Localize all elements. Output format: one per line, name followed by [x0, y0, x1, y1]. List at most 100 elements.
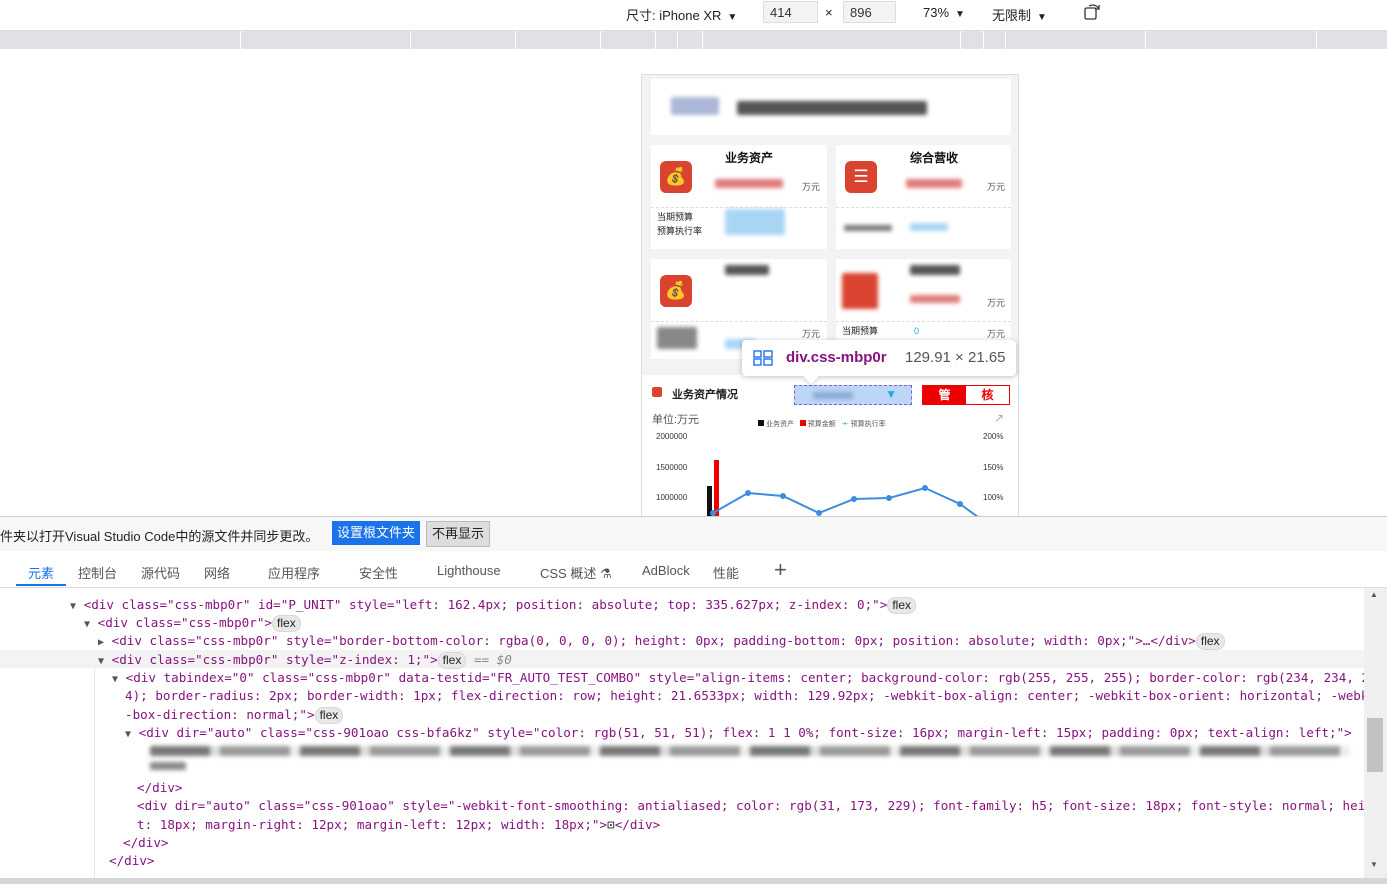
height-input[interactable]: 896	[843, 1, 896, 23]
tab-label: CSS 概述	[540, 566, 597, 581]
phone-screen: 业务资产 💰 万元 当期预算 预算执行率 综合营收 ☰ 万元 💰 万元 万元 当…	[641, 74, 1019, 516]
rotate-icon[interactable]	[1083, 3, 1103, 24]
collapse-triangle-icon[interactable]: ▶	[98, 637, 104, 648]
flex-badge[interactable]: flex	[437, 652, 467, 669]
flex-badge[interactable]: flex	[272, 615, 301, 632]
width-input[interactable]: 414	[763, 1, 818, 23]
times-sign: ×	[825, 5, 833, 20]
device-label: 尺寸: iPhone XR	[626, 8, 722, 23]
title-blurred	[910, 265, 960, 275]
expand-triangle-icon[interactable]: ▼	[125, 729, 131, 740]
device-toolbar: 尺寸: iPhone XR ▼ 414 × 896 73% ▼ 无限制 ▼	[0, 0, 1387, 31]
unit-label: 万元	[987, 298, 1006, 308]
node-close: </div>	[614, 817, 661, 832]
horizontal-scrollbar[interactable]	[0, 878, 1387, 884]
dom-node[interactable]: ▶ <div class="css-mbp0r" style="border-b…	[98, 632, 1225, 652]
card-revenue[interactable]: 综合营收 ☰ 万元	[836, 145, 1011, 249]
tab-security[interactable]: 安全性	[359, 563, 398, 582]
tab-lighthouse[interactable]: Lighthouse	[437, 563, 501, 578]
header-title-blurred	[737, 101, 927, 115]
icon-glyph: ⊡	[607, 817, 615, 832]
node-close: </div>	[109, 853, 155, 868]
value-blurred	[715, 179, 783, 188]
chevron-down-icon: ▼	[1037, 12, 1047, 23]
clipped-line	[85, 588, 161, 596]
chevron-down-icon: ▼	[955, 9, 965, 20]
scroll-down-icon[interactable]: ▼	[1370, 860, 1378, 869]
value-blurred	[725, 209, 785, 235]
expand-triangle-icon[interactable]: ▼	[70, 601, 76, 612]
node-tag[interactable]: <div dir="auto" class="css-901oao" style…	[137, 797, 1364, 815]
dom-node[interactable]: ▼ <div tabindex="0" class="css-mbp0r" da…	[112, 669, 1364, 689]
rate-points	[710, 485, 963, 516]
money-bag-icon: 💰	[660, 161, 692, 193]
tab-adblock[interactable]: AdBlock	[642, 563, 690, 578]
dom-node-selected[interactable]: ▼ <div class="css-mbp0r" style="z-index:…	[98, 651, 512, 671]
rate-line	[712, 486, 979, 516]
node-tag: <div dir="auto" class="css-901oao css-bf…	[138, 725, 1352, 740]
throttle-select[interactable]: 无限制 ▼	[992, 5, 1047, 24]
bar-budget	[714, 460, 719, 516]
tab-performance[interactable]: 性能	[713, 563, 739, 582]
workspace-notification: 件夹以打开Visual Studio Code中的源文件并同步更改。 设置根文件…	[0, 516, 1387, 551]
budget-label: 当期预算	[657, 212, 694, 222]
icon-blurred	[842, 273, 878, 309]
node-tag: <div class="css-mbp0r">	[97, 615, 273, 630]
tooltip-size: 129.91 × 21.65	[905, 349, 1006, 366]
throttle-value: 无限制	[992, 8, 1032, 23]
flex-badge[interactable]: flex	[1195, 633, 1225, 650]
budget-label: 当期预算	[842, 326, 879, 336]
elements-tree: ▼ <div class="css-mbp0r" id="P_UNIT" sty…	[0, 588, 1364, 878]
value-blurred	[906, 179, 962, 188]
node-tag: <div class="css-mbp0r" style="z-index: 1…	[111, 652, 438, 667]
card-business-assets[interactable]: 业务资产 💰 万元 当期预算 预算执行率	[651, 145, 827, 249]
tab-elements[interactable]: 元素	[28, 563, 54, 582]
expand-triangle-icon[interactable]: ▼	[98, 656, 104, 667]
unit-label: 万元	[802, 182, 821, 192]
dont-show-again-button[interactable]: 不再显示	[426, 521, 491, 547]
chevron-down-icon: ▼	[727, 12, 738, 23]
money-bag-icon: 💰	[660, 275, 692, 307]
flex-badge[interactable]: flex	[314, 707, 344, 724]
value-blurred	[910, 223, 948, 231]
budget-rate-label: 预算执行率	[657, 226, 703, 236]
node-tag-wrap: t: 18px; margin-right: 12px; margin-left…	[137, 817, 608, 832]
scroll-up-icon[interactable]: ▲	[1370, 590, 1378, 599]
value-blurred	[657, 327, 697, 349]
add-tab-icon[interactable]: +	[774, 557, 787, 583]
node-close: </div>	[123, 835, 169, 850]
tab-network[interactable]: 网络	[204, 563, 230, 582]
active-tab-indicator	[16, 584, 66, 586]
flex-badge[interactable]: flex	[887, 597, 917, 614]
value-blurred	[910, 295, 960, 303]
dom-node[interactable]: ▼ <div class="css-mbp0r" id="P_UNIT" sty…	[70, 596, 917, 616]
device-dimensions-select[interactable]: 尺寸: iPhone XR ▼	[626, 5, 737, 24]
expand-triangle-icon[interactable]: ▼	[84, 619, 90, 630]
expand-triangle-icon[interactable]: ▼	[112, 674, 118, 685]
devtools-tabbar: 元素 控制台 源代码 网络 应用程序 安全性 Lighthouse CSS 概述…	[0, 551, 1387, 588]
tab-application[interactable]: 应用程序	[268, 563, 320, 582]
zoom-value: 73%	[923, 5, 950, 20]
guide-line	[94, 668, 95, 878]
text-node-blurred	[150, 762, 186, 770]
node-tag: <div tabindex="0" class="css-mbp0r" data…	[125, 670, 1364, 685]
console-ref: == $0	[473, 652, 512, 667]
dom-node[interactable]: ▼ <div dir="auto" class="css-901oao css-…	[125, 724, 1352, 744]
app-header	[651, 79, 1011, 135]
tab-sources[interactable]: 源代码	[141, 563, 180, 582]
dom-node[interactable]: ▼ <div class="css-mbp0r"> flex	[84, 614, 301, 634]
logo-image	[671, 97, 719, 115]
tab-console[interactable]: 控制台	[78, 563, 117, 582]
tooltip-selector: div.css-mbp0r	[786, 349, 887, 366]
tab-css-overview[interactable]: CSS 概述 ⚗	[540, 563, 612, 582]
budget-value: 0	[914, 326, 920, 336]
media-query-ruler[interactable]	[0, 31, 1387, 49]
zoom-select[interactable]: 73% ▼	[923, 5, 965, 20]
chart-plot	[707, 460, 979, 516]
node-tag-wrap: 4); border-radius: 2px; border-width: 1p…	[125, 688, 1364, 703]
set-root-folder-button[interactable]: 设置根文件夹	[332, 521, 421, 545]
card-title: 业务资产	[725, 151, 774, 165]
grid-icon	[753, 350, 773, 370]
scrollbar-thumb[interactable]	[1367, 718, 1383, 772]
notification-message: 件夹以打开Visual Studio Code中的源文件并同步更改。	[0, 529, 319, 544]
